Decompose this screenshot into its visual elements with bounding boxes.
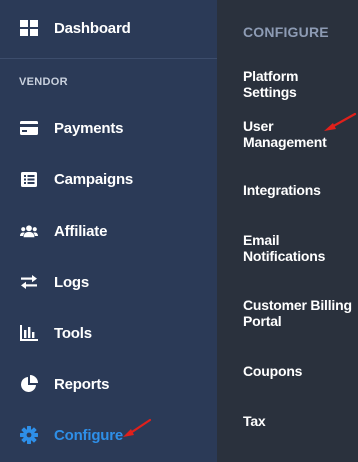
sidebar-item-dashboard[interactable]: Dashboard	[0, 8, 217, 48]
red-arrow-icon	[324, 112, 357, 131]
list-icon	[20, 170, 38, 188]
credit-card-icon	[20, 119, 38, 137]
submenu-item-integrations[interactable]: Integrations	[243, 182, 355, 198]
red-arrow-icon	[123, 418, 152, 437]
submenu-item-platform-settings[interactable]: Platform Settings	[243, 68, 355, 100]
sidebar-item-label: Configure	[54, 426, 124, 444]
dashboard-grid-icon	[20, 19, 38, 37]
sidebar-item-label: Dashboard	[54, 19, 131, 37]
submenu-item-coupons[interactable]: Coupons	[243, 363, 355, 379]
sidebar-item-logs[interactable]: Logs	[0, 262, 217, 302]
sidebar-item-label: Logs	[54, 273, 90, 291]
submenu-item-customer-billing-portal[interactable]: Customer Billing Portal	[243, 297, 355, 329]
sidebar: Dashboard VENDOR Payments Campaigns Affi…	[0, 0, 217, 462]
users-icon	[20, 222, 38, 240]
exchange-arrows-icon	[20, 273, 38, 291]
sidebar-item-label: Tools	[54, 324, 92, 342]
gear-icon	[20, 426, 38, 444]
sidebar-item-affiliate[interactable]: Affiliate	[0, 211, 217, 251]
sidebar-item-payments[interactable]: Payments	[0, 108, 217, 148]
sidebar-item-tools[interactable]: Tools	[0, 313, 217, 353]
submenu-item-email-notifications[interactable]: Email Notifications	[243, 232, 355, 264]
sidebar-item-reports[interactable]: Reports	[0, 364, 217, 404]
sidebar-item-campaigns[interactable]: Campaigns	[0, 159, 217, 199]
section-label-vendor: VENDOR	[19, 76, 68, 88]
sidebar-item-label: Campaigns	[54, 170, 134, 188]
sidebar-item-label: Reports	[54, 375, 110, 393]
sidebar-item-label: Payments	[54, 119, 124, 137]
bar-chart-icon	[20, 324, 38, 342]
sidebar-item-label: Affiliate	[54, 222, 108, 240]
divider	[0, 58, 217, 59]
submenu-title: CONFIGURE	[243, 24, 329, 40]
pie-chart-icon	[20, 375, 38, 393]
sidebar-item-configure[interactable]: Configure	[0, 415, 217, 455]
submenu-item-tax[interactable]: Tax	[243, 413, 355, 429]
